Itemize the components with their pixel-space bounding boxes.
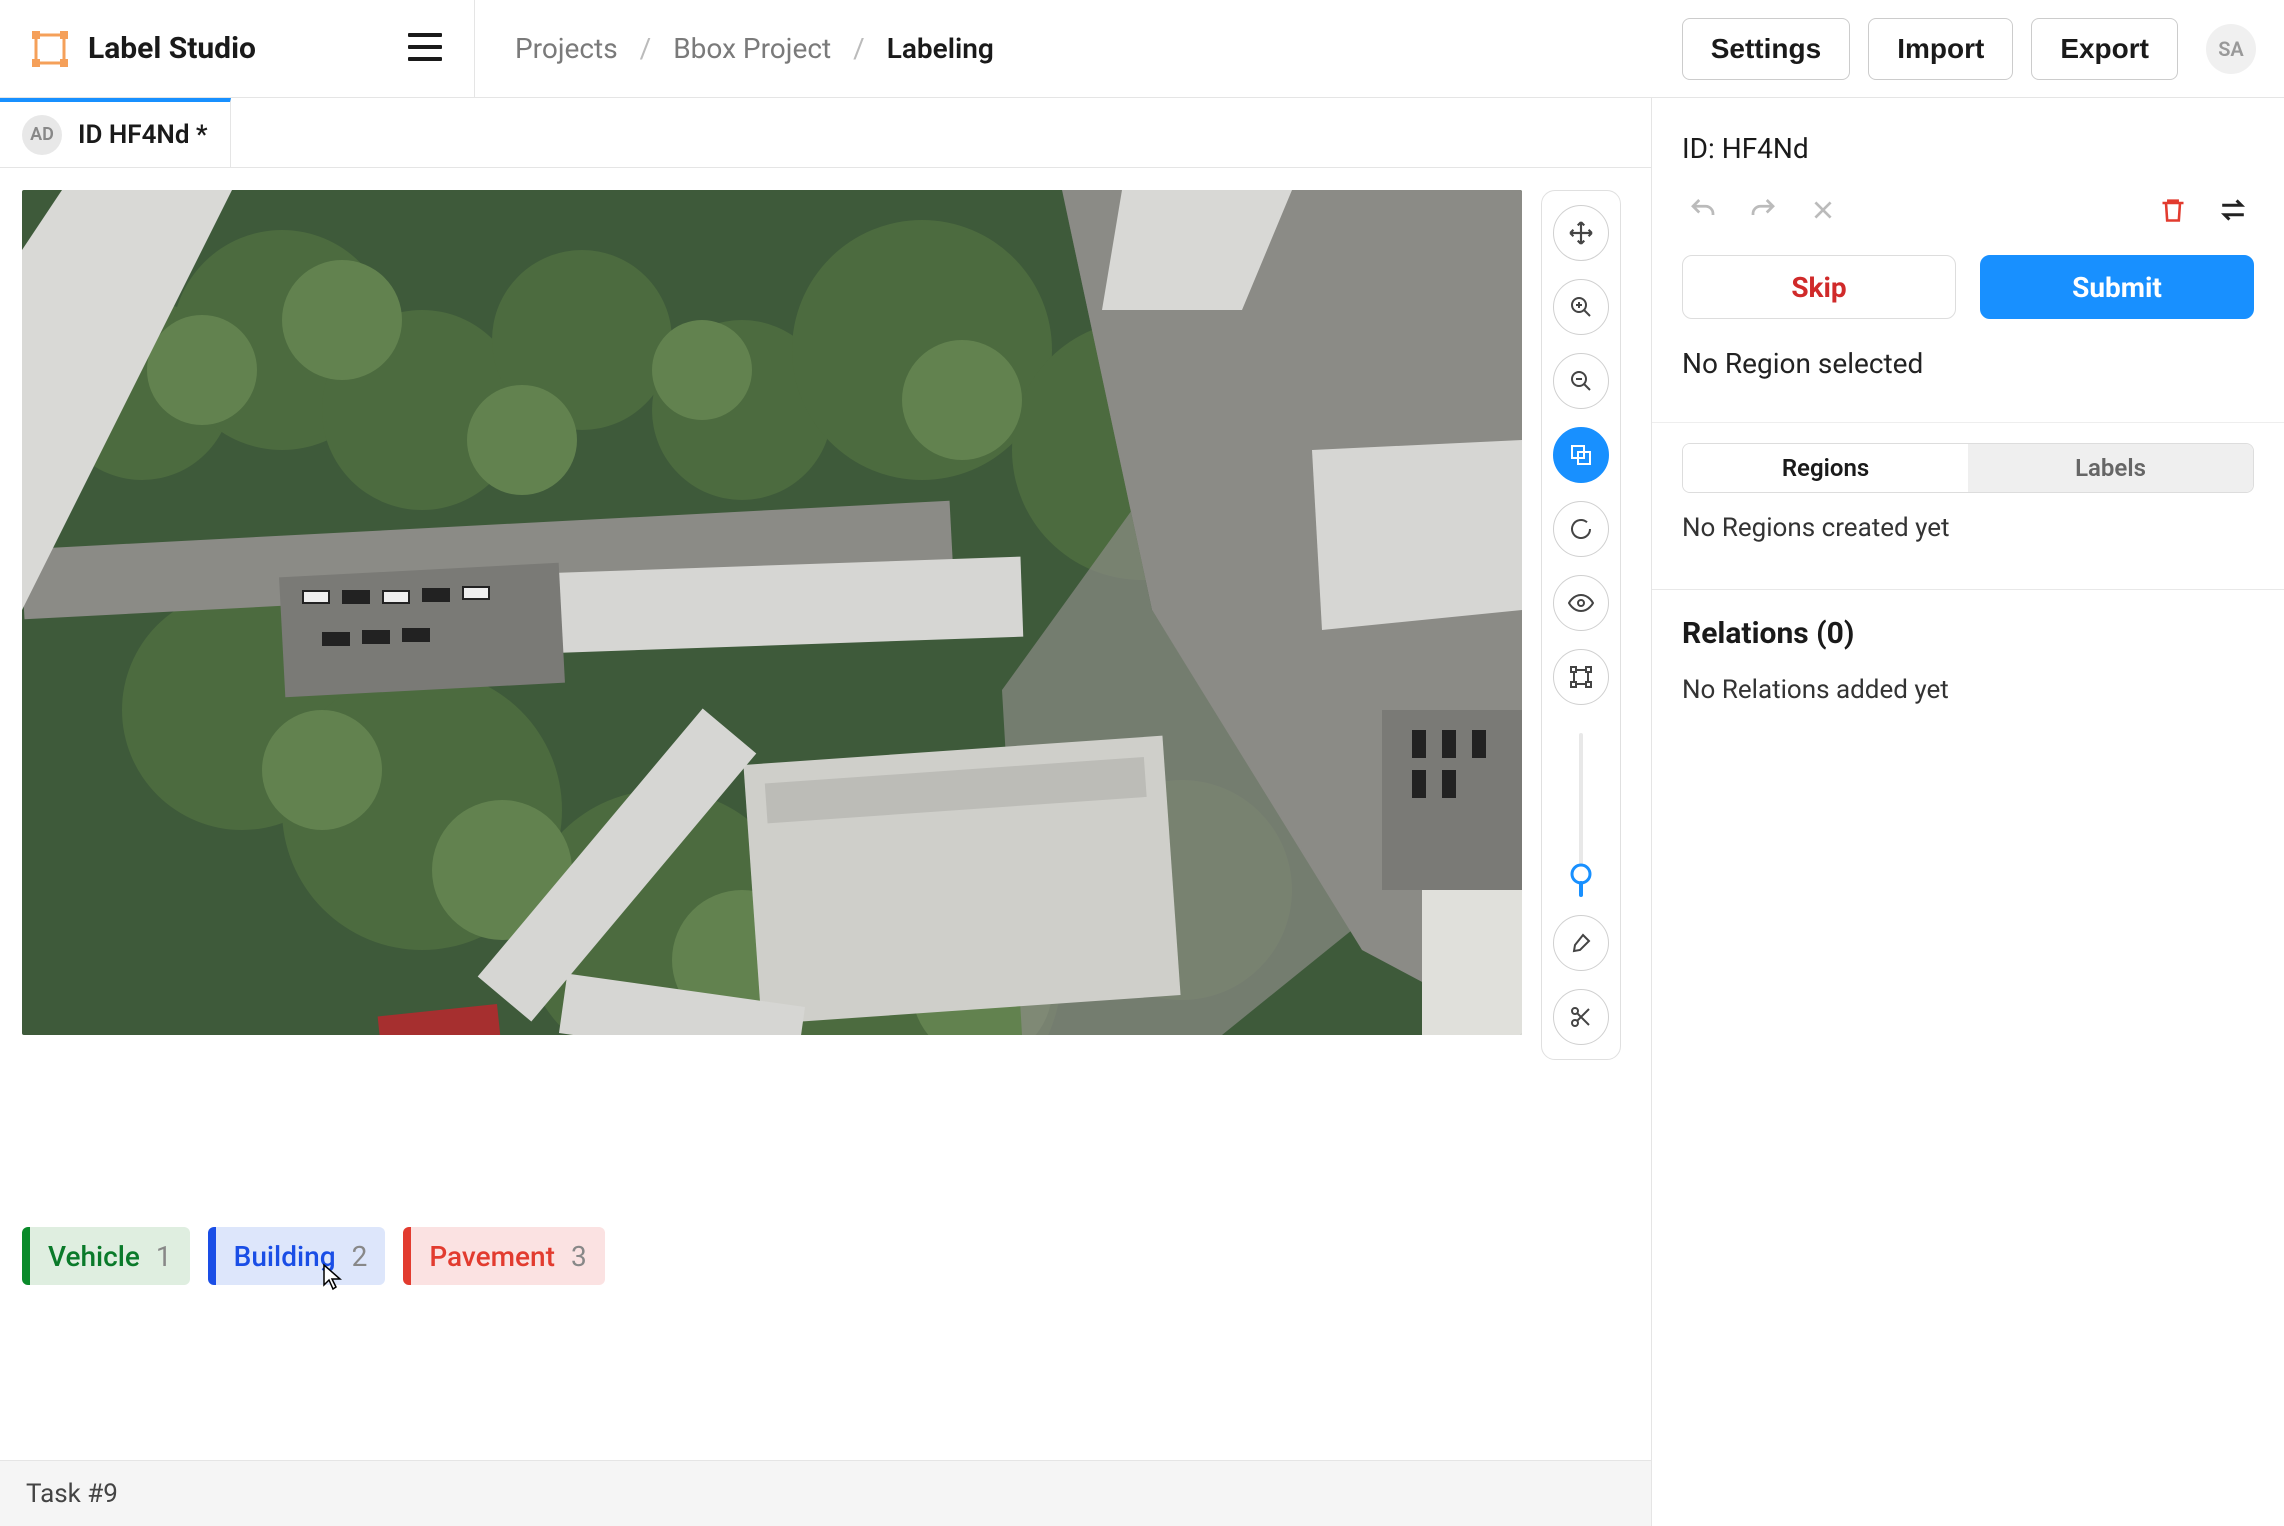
label-pavement[interactable]: Pavement 3 [403, 1227, 604, 1285]
zoom-in-icon[interactable] [1553, 279, 1609, 335]
sidepanel-id: ID: HF4Nd [1682, 132, 2254, 165]
logo-section: Label Studio [0, 0, 475, 97]
menu-icon[interactable] [408, 33, 442, 65]
canvas-area [0, 168, 1651, 1057]
zoom-slider[interactable] [1579, 733, 1583, 893]
no-region-text: No Region selected [1682, 347, 2254, 380]
label-name: Pavement [429, 1240, 555, 1273]
breadcrumb-separator: / [853, 32, 865, 65]
trash-icon[interactable] [2152, 189, 2194, 231]
divider [1652, 589, 2284, 590]
settings-button[interactable]: Settings [1682, 18, 1850, 80]
breadcrumb-projects[interactable]: Projects [515, 32, 618, 65]
breadcrumb-project[interactable]: Bbox Project [673, 32, 831, 65]
zoom-slider-handle[interactable] [1568, 863, 1594, 903]
breadcrumb-separator: / [640, 32, 652, 65]
label-hotkey: 2 [352, 1240, 368, 1273]
footer-bar: Task #9 [0, 1460, 1651, 1526]
no-relations-message: No Relations added yet [1682, 675, 2254, 705]
skip-button[interactable]: Skip [1682, 255, 1956, 319]
submit-button[interactable]: Submit [1980, 255, 2254, 319]
move-tool-icon[interactable] [1553, 205, 1609, 261]
topbar-actions: Settings Import Export SA [1682, 18, 2284, 80]
close-icon[interactable] [1802, 189, 1844, 231]
no-regions-message: No Regions created yet [1682, 513, 2254, 543]
labels-row: Vehicle 1 Building 2 Pavement 3 [0, 1227, 1651, 1285]
regions-labels-tabs: Regions Labels [1682, 443, 2254, 493]
task-tab[interactable]: AD ID HF4Nd * [0, 98, 231, 167]
scissors-icon[interactable] [1553, 989, 1609, 1045]
relations-title: Relations (0) [1682, 616, 2254, 651]
logo-icon [30, 29, 70, 69]
task-id-label: ID HF4Nd * [78, 120, 208, 150]
undo-icon[interactable] [1682, 189, 1724, 231]
redo-icon[interactable] [1742, 189, 1784, 231]
submit-row: Skip Submit [1682, 255, 2254, 319]
app-name: Label Studio [88, 31, 256, 66]
label-vehicle[interactable]: Vehicle 1 [22, 1227, 190, 1285]
eye-icon[interactable] [1553, 575, 1609, 631]
annotator-avatar: AD [22, 115, 62, 155]
reset-icon[interactable] [1553, 501, 1609, 557]
main: AD ID HF4Nd * [0, 98, 2284, 1526]
breadcrumb-current: Labeling [887, 32, 994, 65]
left-column: AD ID HF4Nd * [0, 98, 1652, 1526]
import-button[interactable]: Import [1868, 18, 2013, 80]
tab-regions[interactable]: Regions [1683, 444, 1968, 492]
export-button[interactable]: Export [2031, 18, 2178, 80]
aerial-image[interactable] [22, 190, 1522, 1035]
regions-tabs-section: Regions Labels No Regions created yet [1652, 422, 2284, 589]
topbar: Label Studio Projects / Bbox Project / L… [0, 0, 2284, 98]
label-name: Building [234, 1240, 336, 1273]
label-name: Vehicle [48, 1240, 140, 1273]
zoom-out-icon[interactable] [1553, 353, 1609, 409]
breadcrumb: Projects / Bbox Project / Labeling [475, 32, 1682, 65]
label-hotkey: 3 [571, 1240, 587, 1273]
tool-strip [1541, 190, 1621, 1060]
swap-icon[interactable] [2212, 189, 2254, 231]
task-tab-row: AD ID HF4Nd * [0, 98, 1651, 168]
label-hotkey: 1 [156, 1240, 172, 1273]
brush-tool-icon[interactable] [1553, 915, 1609, 971]
history-action-row [1682, 189, 2254, 231]
tab-labels[interactable]: Labels [1968, 444, 2253, 492]
stack-tool-icon[interactable] [1553, 427, 1609, 483]
bbox-tool-icon[interactable] [1553, 649, 1609, 705]
user-avatar[interactable]: SA [2206, 24, 2256, 74]
task-number: Task #9 [26, 1479, 118, 1509]
label-building[interactable]: Building 2 [208, 1227, 386, 1285]
side-panel: ID: HF4Nd [1652, 98, 2284, 1526]
